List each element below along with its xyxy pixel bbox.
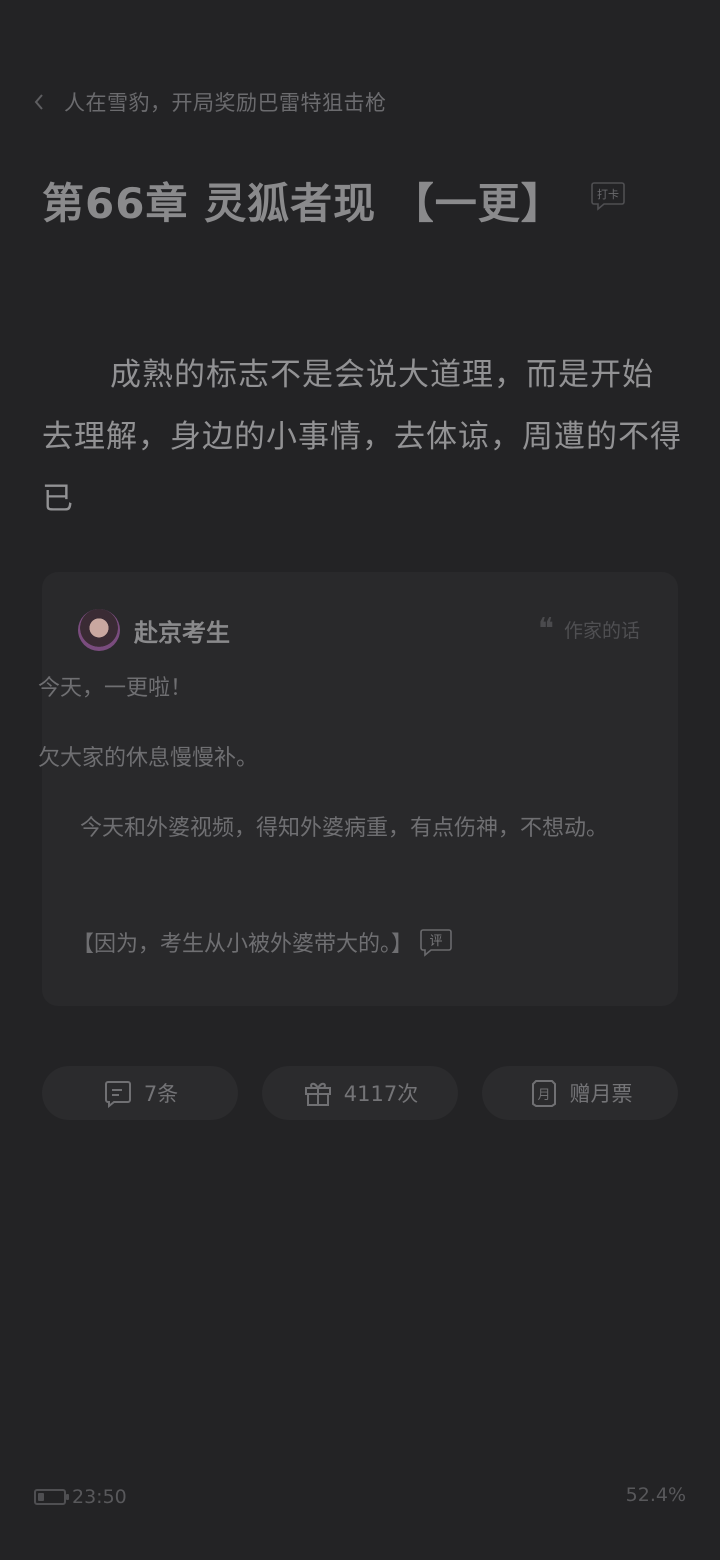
author-words-header: ❝ 作家的话 — [537, 611, 640, 647]
comment-icon — [104, 1081, 131, 1109]
comments-count: 7条 — [143, 1082, 179, 1106]
chapter-title: 第66章 灵狐者现 【一更】 — [42, 178, 564, 228]
author-note-text: 【因为，考生从小被外婆带大的。】 — [72, 932, 414, 957]
comment-badge-label: 评 — [430, 934, 443, 949]
quote-icon: ❝ — [537, 611, 554, 647]
comments-button[interactable]: 7条 — [42, 1066, 238, 1120]
book-title[interactable]: 人在雪豹，开局奖励巴雷特狙击枪 — [64, 87, 387, 117]
status-left: 23:50 — [34, 1484, 127, 1510]
svg-text:月: 月 — [537, 1088, 550, 1103]
checkin-label: 打卡 — [597, 187, 619, 201]
chapter-heading: 第66章 灵狐者现 【一更】 打卡 — [42, 168, 626, 232]
author-note-line-with-badge: 【因为，考生从小被外婆带大的。】 评 — [72, 922, 652, 968]
gift-button[interactable]: 4117次 — [262, 1066, 458, 1120]
gift-count: 4117次 — [343, 1082, 419, 1106]
battery-icon — [34, 1489, 69, 1505]
chapter-actions: 7条 4117次 月 赠月票 — [42, 1066, 678, 1120]
monthly-ticket-icon: 月 — [531, 1080, 556, 1107]
battery-level — [38, 1493, 44, 1501]
chevron-left-icon[interactable] — [34, 92, 48, 112]
author-note-line: 今天，一更啦！ — [38, 676, 193, 701]
checkin-badge[interactable]: 打卡 — [590, 180, 626, 212]
book-title-bar[interactable]: 人在雪豹，开局奖励巴雷特狙击枪 — [34, 86, 387, 118]
author-note-line: 欠大家的休息慢慢补。 — [38, 746, 259, 771]
author-avatar[interactable] — [78, 609, 120, 651]
author-note-line: 今天和外婆视频，得知外婆病重，有点伤神，不想动。 — [80, 816, 609, 841]
author-words-label: 作家的话 — [563, 620, 640, 642]
monthly-ticket-label: 赠月票 — [569, 1082, 633, 1106]
author-name[interactable]: 赴京考生 — [134, 613, 230, 648]
monthly-ticket-button[interactable]: 月 赠月票 — [482, 1066, 678, 1120]
reading-progress: 52.4% — [625, 1484, 686, 1506]
chapter-paragraph: 成熟的标志不是会说大道理，而是开始去理解，身边的小事情，去体谅，周遭的不得已 — [42, 357, 682, 517]
gift-icon — [304, 1082, 331, 1106]
paragraph-comment-badge[interactable]: 评 — [419, 928, 452, 957]
reader-page: 人在雪豹，开局奖励巴雷特狙击枪 第66章 灵狐者现 【一更】 打卡 成熟的标志不… — [0, 0, 720, 1560]
author-header[interactable]: 赴京考生 — [78, 608, 230, 652]
clock-time: 23:50 — [72, 1486, 127, 1508]
